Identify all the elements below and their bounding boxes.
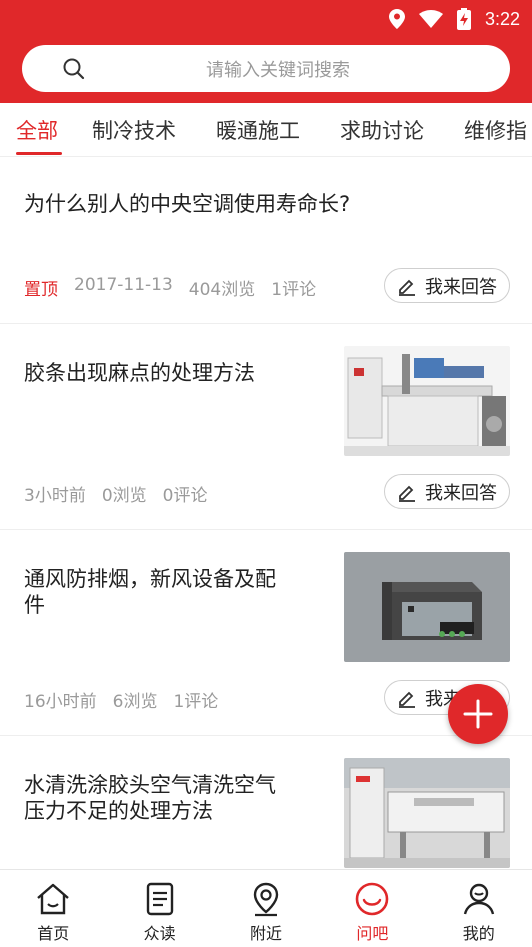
location-pin-icon	[253, 882, 279, 917]
search-placeholder: 请输入关键词搜索	[206, 59, 350, 81]
nav-label: 附近	[249, 924, 282, 943]
nav-mine[interactable]: 我的	[426, 870, 532, 947]
pencil-icon	[399, 691, 415, 708]
machine-image	[344, 346, 510, 456]
home-icon	[37, 883, 69, 915]
location-status-icon	[388, 9, 405, 29]
answer-button[interactable]: 我来回答	[384, 268, 510, 303]
tab-all[interactable]: 全部	[16, 115, 58, 145]
add-post-button[interactable]	[448, 684, 508, 744]
factory-machine-image	[344, 758, 510, 868]
post-thumbnail[interactable]	[344, 552, 510, 662]
equipment-box-image	[344, 552, 510, 662]
list-item[interactable]: 水清洗涂胶头空气清洗空气 压力不足的处理方法	[0, 736, 532, 869]
post-comments: 1评论	[271, 280, 317, 300]
search-icon	[63, 58, 85, 80]
wifi-icon	[418, 10, 443, 28]
battery-charging-icon	[456, 8, 471, 30]
nav-label: 我的	[462, 924, 495, 943]
post-time: 3小时前	[24, 486, 86, 506]
user-icon	[463, 883, 494, 915]
nav-label: 众读	[143, 924, 176, 943]
document-icon	[146, 882, 173, 916]
post-meta: 16小时前 6浏览 1评论	[24, 687, 218, 712]
post-title-line: 压力不足的处理方法	[24, 799, 213, 823]
post-title-line: 水清洗涂胶头空气清洗空气	[24, 773, 276, 797]
post-time: 16小时前	[24, 692, 97, 712]
post-date: 2017-11-13	[74, 275, 173, 295]
nav-label: 首页	[37, 924, 70, 943]
pencil-icon	[399, 485, 415, 502]
post-views: 0浏览	[101, 486, 147, 506]
post-thumbnail[interactable]	[344, 346, 510, 456]
post-title-line: 件	[24, 593, 45, 617]
pencil-icon	[399, 279, 415, 296]
tab-refrigeration[interactable]: 制冷技术	[92, 115, 176, 145]
search-bar[interactable]: 请输入关键词搜索	[22, 45, 510, 92]
answer-label: 我来回答	[425, 276, 497, 298]
nav-ask[interactable]: 问吧	[319, 870, 425, 947]
nav-home[interactable]: 首页	[0, 870, 106, 947]
post-meta: 置顶 2017-11-13 404浏览 1评论	[24, 275, 316, 300]
nav-read[interactable]: 众读	[106, 870, 212, 947]
bottom-navigation: 首页 众读 附近 问吧 我的	[0, 869, 532, 947]
list-item[interactable]: 胶条出现麻点的处理方法 3小时前 0浏览 0评论 我来回答	[0, 324, 532, 530]
list-item[interactable]: 为什么别人的中央空调使用寿命长? 置顶 2017-11-13 404浏览 1评论…	[0, 157, 532, 324]
post-title-line: 通风防排烟，新风设备及配	[24, 567, 276, 591]
status-bar: 3:22	[388, 6, 520, 32]
post-title[interactable]: 胶条出现麻点的处理方法	[24, 360, 255, 386]
pinned-badge: 置顶	[24, 280, 58, 300]
category-tabs: 全部 制冷技术 暖通施工 求助讨论 维修指	[0, 103, 532, 157]
tab-help-discussion[interactable]: 求助讨论	[340, 115, 424, 145]
active-tab-indicator	[16, 152, 62, 155]
answer-button[interactable]: 我来回答	[384, 474, 510, 509]
answer-label: 我来回答	[425, 482, 497, 504]
post-views: 6浏览	[112, 692, 158, 712]
plus-icon	[463, 699, 493, 729]
post-meta: 3小时前 0浏览 0评论	[24, 481, 207, 506]
post-thumbnail[interactable]	[344, 758, 510, 868]
post-title[interactable]: 水清洗涂胶头空气清洗空气 压力不足的处理方法	[24, 772, 276, 824]
post-title[interactable]: 通风防排烟，新风设备及配 件	[24, 566, 276, 618]
nav-nearby[interactable]: 附近	[213, 870, 319, 947]
post-comments: 0评论	[162, 486, 208, 506]
post-title[interactable]: 为什么别人的中央空调使用寿命长?	[24, 191, 350, 217]
post-comments: 1评论	[173, 692, 219, 712]
tab-hvac-construction[interactable]: 暖通施工	[216, 115, 300, 145]
tab-repair[interactable]: 维修指	[464, 115, 527, 145]
status-time: 3:22	[484, 8, 520, 29]
ask-circle-icon	[356, 882, 389, 916]
nav-label: 问吧	[356, 924, 389, 943]
post-views: 404浏览	[188, 280, 256, 300]
app-header: 3:22 请输入关键词搜索	[0, 0, 532, 103]
